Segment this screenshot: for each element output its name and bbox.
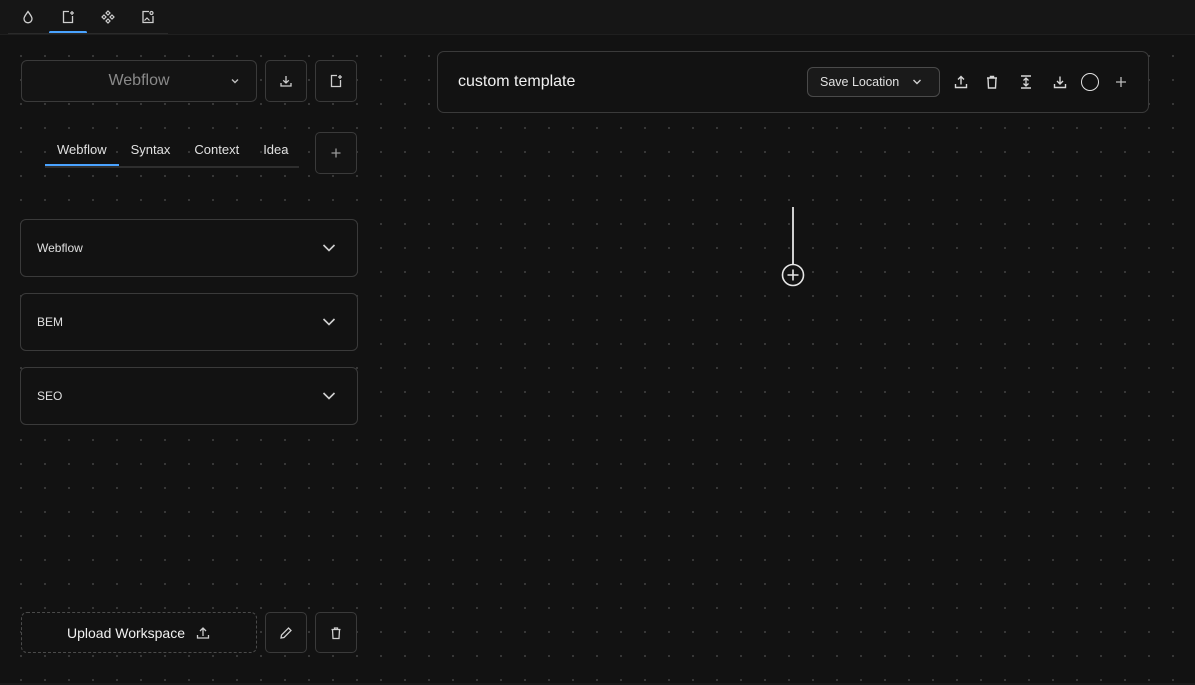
tab-drop[interactable] bbox=[8, 0, 48, 34]
image-file-icon bbox=[142, 10, 154, 24]
save-location-select[interactable]: Save Location bbox=[807, 67, 940, 97]
tab-strip-divider bbox=[8, 33, 168, 34]
tab-components[interactable] bbox=[88, 0, 128, 34]
trash-icon bbox=[987, 75, 997, 89]
workspace-select[interactable]: Webflow bbox=[21, 60, 257, 102]
add-node-button[interactable] bbox=[781, 263, 805, 287]
tab-image-file[interactable] bbox=[128, 0, 168, 34]
upload-icon bbox=[196, 626, 210, 639]
accordion-label: Webflow bbox=[37, 241, 83, 255]
drop-icon bbox=[23, 10, 33, 24]
new-file-icon bbox=[330, 74, 342, 88]
chevron-down-icon bbox=[322, 392, 336, 400]
tab-context[interactable]: Context bbox=[182, 140, 251, 164]
download-template-button[interactable] bbox=[1051, 73, 1069, 91]
expand-vertical-button[interactable] bbox=[1017, 73, 1035, 91]
template-header: custom template Save Location bbox=[437, 51, 1149, 113]
accordion-label: BEM bbox=[37, 315, 64, 329]
delete-workspace-button[interactable] bbox=[315, 612, 357, 653]
accordion-label: SEO bbox=[37, 389, 63, 403]
add-template-button[interactable] bbox=[1112, 73, 1130, 91]
chevron-down-icon bbox=[231, 79, 239, 84]
plus-icon bbox=[1116, 77, 1126, 87]
plus-icon bbox=[331, 148, 341, 158]
accordion-webflow[interactable]: Webflow bbox=[20, 219, 358, 277]
toggle-circle-button[interactable] bbox=[1081, 73, 1099, 91]
components-icon bbox=[101, 10, 115, 24]
delete-template-button[interactable] bbox=[983, 73, 1001, 91]
accordion-bem[interactable]: BEM bbox=[20, 293, 358, 351]
flow-connector-line bbox=[792, 207, 794, 265]
expand-vertical-icon bbox=[1021, 75, 1031, 89]
download-icon bbox=[1053, 76, 1067, 89]
new-file-icon bbox=[62, 10, 74, 24]
trash-icon bbox=[331, 626, 341, 639]
tab-syntax[interactable]: Syntax bbox=[119, 140, 183, 164]
chevron-down-icon bbox=[322, 244, 336, 252]
workspace-canvas[interactable] bbox=[0, 35, 1195, 685]
new-workspace-button[interactable] bbox=[315, 60, 357, 102]
chevron-down-icon bbox=[913, 79, 921, 85]
save-location-label: Save Location bbox=[820, 75, 900, 89]
tab-new-file[interactable] bbox=[48, 0, 88, 34]
category-tabs: Webflow Syntax Context Idea bbox=[45, 140, 299, 168]
download-workspace-button[interactable] bbox=[265, 60, 307, 102]
tab-webflow[interactable]: Webflow bbox=[45, 140, 119, 166]
top-tabs bbox=[8, 0, 168, 34]
upload-workspace-label: Upload Workspace bbox=[66, 624, 186, 641]
accordion-seo[interactable]: SEO bbox=[20, 367, 358, 425]
tab-idea[interactable]: Idea bbox=[251, 140, 300, 164]
template-title[interactable]: custom template bbox=[458, 73, 575, 91]
top-bar bbox=[0, 0, 1195, 35]
workspace-select-value: Webflow bbox=[108, 72, 170, 89]
chevron-down-icon bbox=[322, 318, 336, 326]
upload-template-button[interactable] bbox=[952, 73, 970, 91]
pencil-icon bbox=[280, 626, 292, 639]
download-icon bbox=[280, 76, 292, 87]
edit-workspace-button[interactable] bbox=[265, 612, 307, 653]
add-category-button[interactable] bbox=[315, 132, 357, 174]
upload-icon bbox=[954, 75, 968, 89]
upload-workspace-button[interactable]: Upload Workspace bbox=[21, 612, 257, 653]
